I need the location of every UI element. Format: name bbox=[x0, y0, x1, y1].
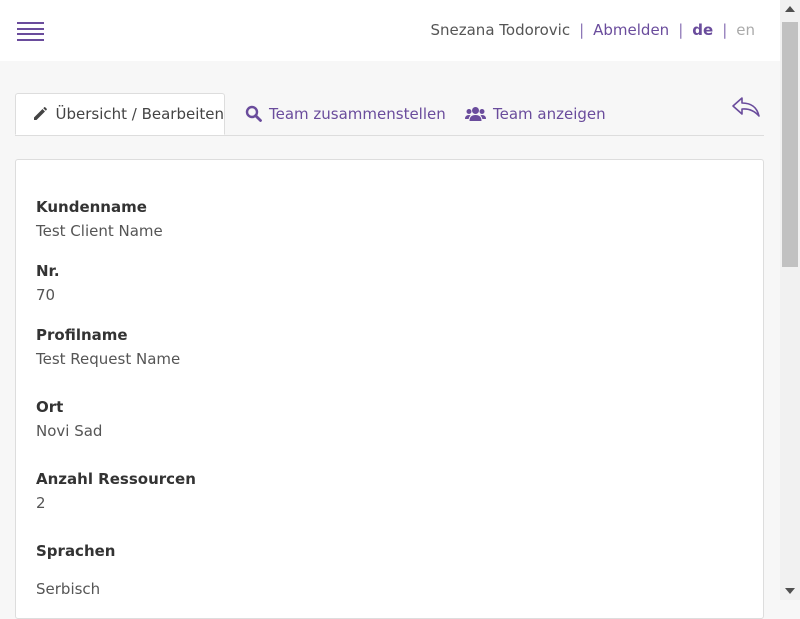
field-value: 70 bbox=[36, 286, 56, 304]
logout-link[interactable]: Abmelden bbox=[593, 21, 669, 39]
field-value: Test Client Name bbox=[36, 222, 163, 240]
menu-hamburger-icon[interactable] bbox=[17, 22, 44, 41]
tab-overview-edit[interactable]: Übersicht / Bearbeiten bbox=[15, 93, 225, 135]
tab-team-view[interactable]: Team anzeigen bbox=[464, 93, 606, 134]
pencil-icon bbox=[32, 105, 48, 123]
search-icon bbox=[244, 105, 262, 123]
field-value: Serbisch bbox=[36, 580, 101, 598]
field-label: Anzahl Ressourcen bbox=[36, 470, 196, 488]
separator: | bbox=[678, 21, 684, 39]
tab-bar: Übersicht / Bearbeiten Team zusammenstel… bbox=[15, 93, 764, 136]
separator: | bbox=[722, 21, 728, 39]
user-nav: Snezana Todorovic | Abmelden | de | en bbox=[430, 21, 755, 39]
users-icon bbox=[464, 105, 486, 123]
scroll-down-arrow-icon[interactable] bbox=[785, 588, 795, 594]
field-languages: Sprachen Serbisch bbox=[36, 542, 115, 598]
field-label: Sprachen bbox=[36, 542, 116, 560]
top-header: Snezana Todorovic | Abmelden | de | en bbox=[0, 0, 780, 61]
field-label: Nr. bbox=[36, 262, 60, 280]
separator: | bbox=[579, 21, 585, 39]
tab-team-compose[interactable]: Team zusammenstellen bbox=[244, 93, 446, 134]
field-value: Test Request Name bbox=[36, 350, 181, 368]
scroll-thumb[interactable] bbox=[782, 22, 798, 267]
field-value: 2 bbox=[36, 494, 46, 512]
field-label: Ort bbox=[36, 398, 64, 416]
language-en-link[interactable]: en bbox=[736, 21, 755, 39]
tab-label: Übersicht / Bearbeiten bbox=[55, 105, 224, 123]
details-panel: Kundenname Test Client Name Nr. 70 Profi… bbox=[15, 159, 764, 619]
tab-label: Team anzeigen bbox=[493, 104, 606, 123]
user-name: Snezana Todorovic bbox=[430, 21, 571, 39]
scroll-up-arrow-icon[interactable] bbox=[785, 6, 795, 12]
reply-back-icon[interactable] bbox=[731, 95, 761, 119]
field-number: Nr. 70 bbox=[36, 262, 60, 304]
tab-label: Team zusammenstellen bbox=[269, 104, 446, 123]
field-label: Profilname bbox=[36, 326, 128, 344]
field-client-name: Kundenname Test Client Name bbox=[36, 198, 163, 240]
field-label: Kundenname bbox=[36, 198, 147, 216]
field-value: Novi Sad bbox=[36, 422, 103, 440]
language-de-link[interactable]: de bbox=[692, 21, 713, 39]
field-resource-count: Anzahl Ressourcen 2 bbox=[36, 470, 196, 512]
field-profile-name: Profilname Test Request Name bbox=[36, 326, 180, 368]
field-location: Ort Novi Sad bbox=[36, 398, 102, 440]
vertical-scrollbar[interactable] bbox=[780, 0, 800, 600]
